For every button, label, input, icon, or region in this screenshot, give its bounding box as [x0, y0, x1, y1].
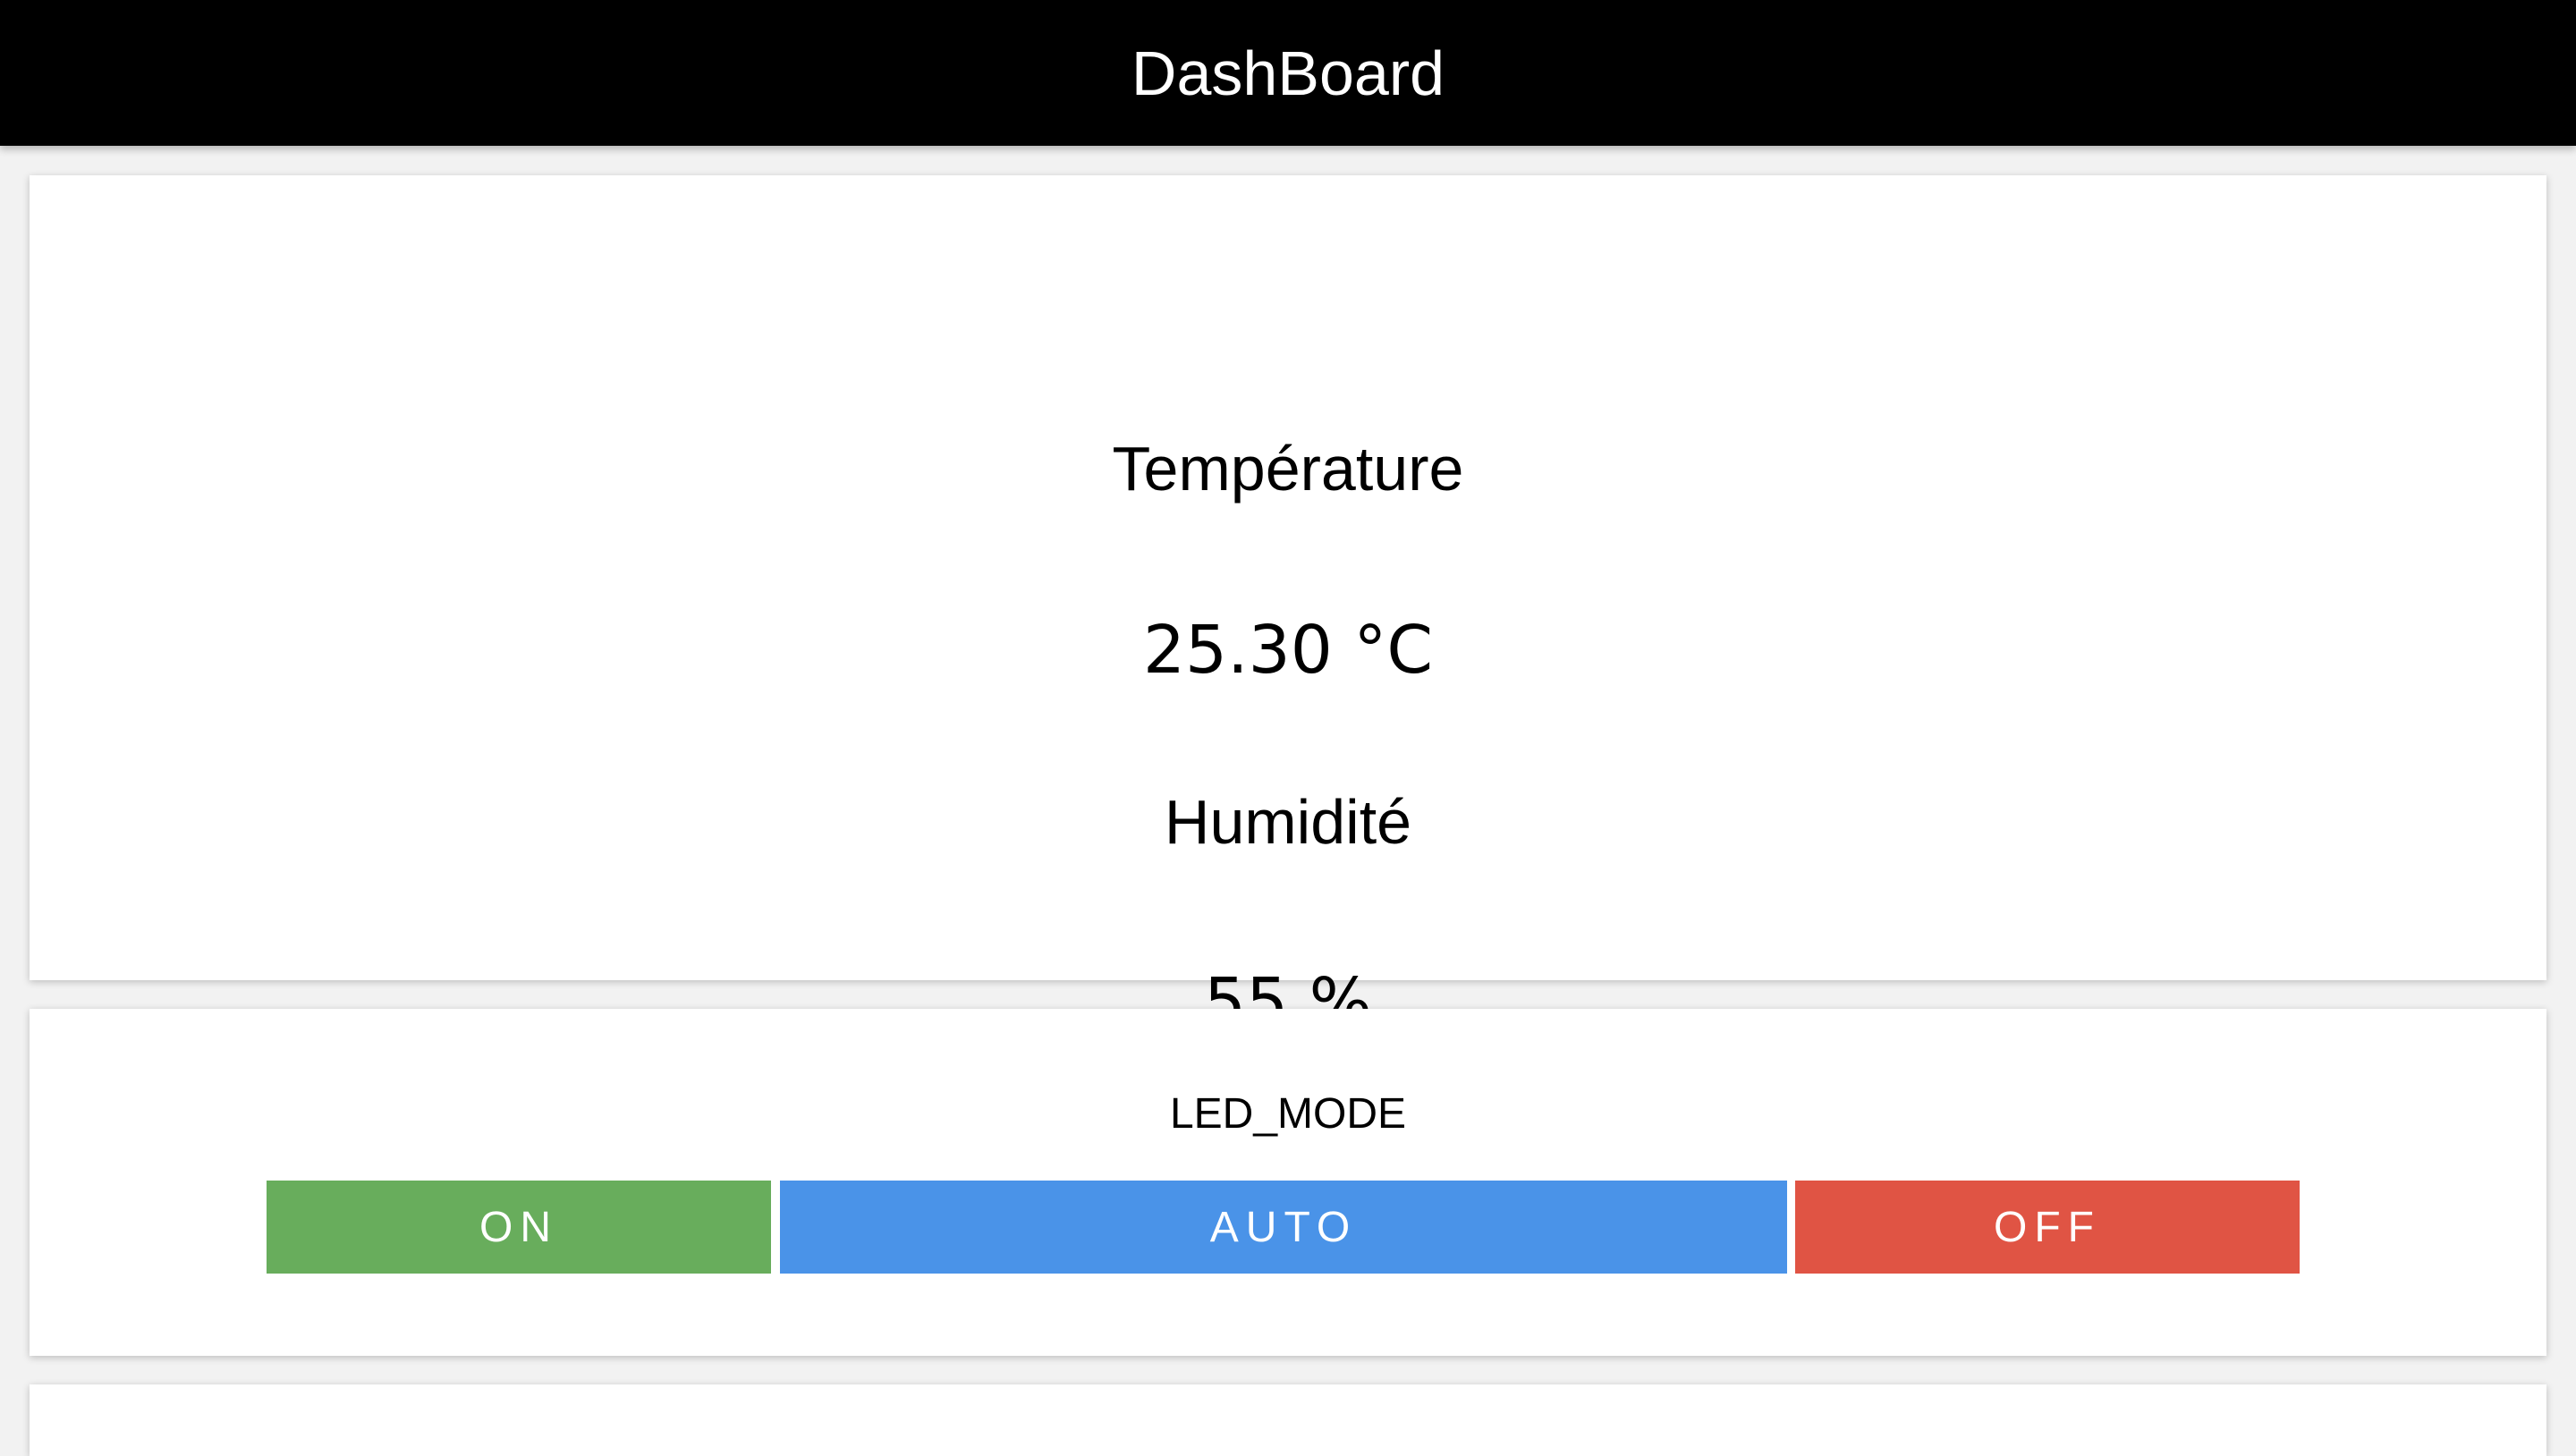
led-mode-title: LED_MODE [1169, 1090, 1407, 1138]
led-on-button[interactable]: ON [267, 1181, 771, 1274]
led-off-button[interactable]: OFF [1795, 1181, 2300, 1274]
led-auto-button[interactable]: AUTO [780, 1181, 1787, 1274]
next-card [30, 1384, 2546, 1456]
humidity-label: Humidité [1164, 787, 1412, 857]
temperature-label: Température [1112, 434, 1464, 504]
page-title: DashBoard [1131, 38, 1445, 108]
led-mode-card: LED_MODE ON AUTO OFF [30, 1009, 2546, 1356]
sensor-card: Température 25.30 °C Humidité 55 % [30, 175, 2546, 1041]
temperature-value: 25.30 °C [1142, 612, 1434, 689]
top-bar: DashBoard [0, 0, 2576, 146]
